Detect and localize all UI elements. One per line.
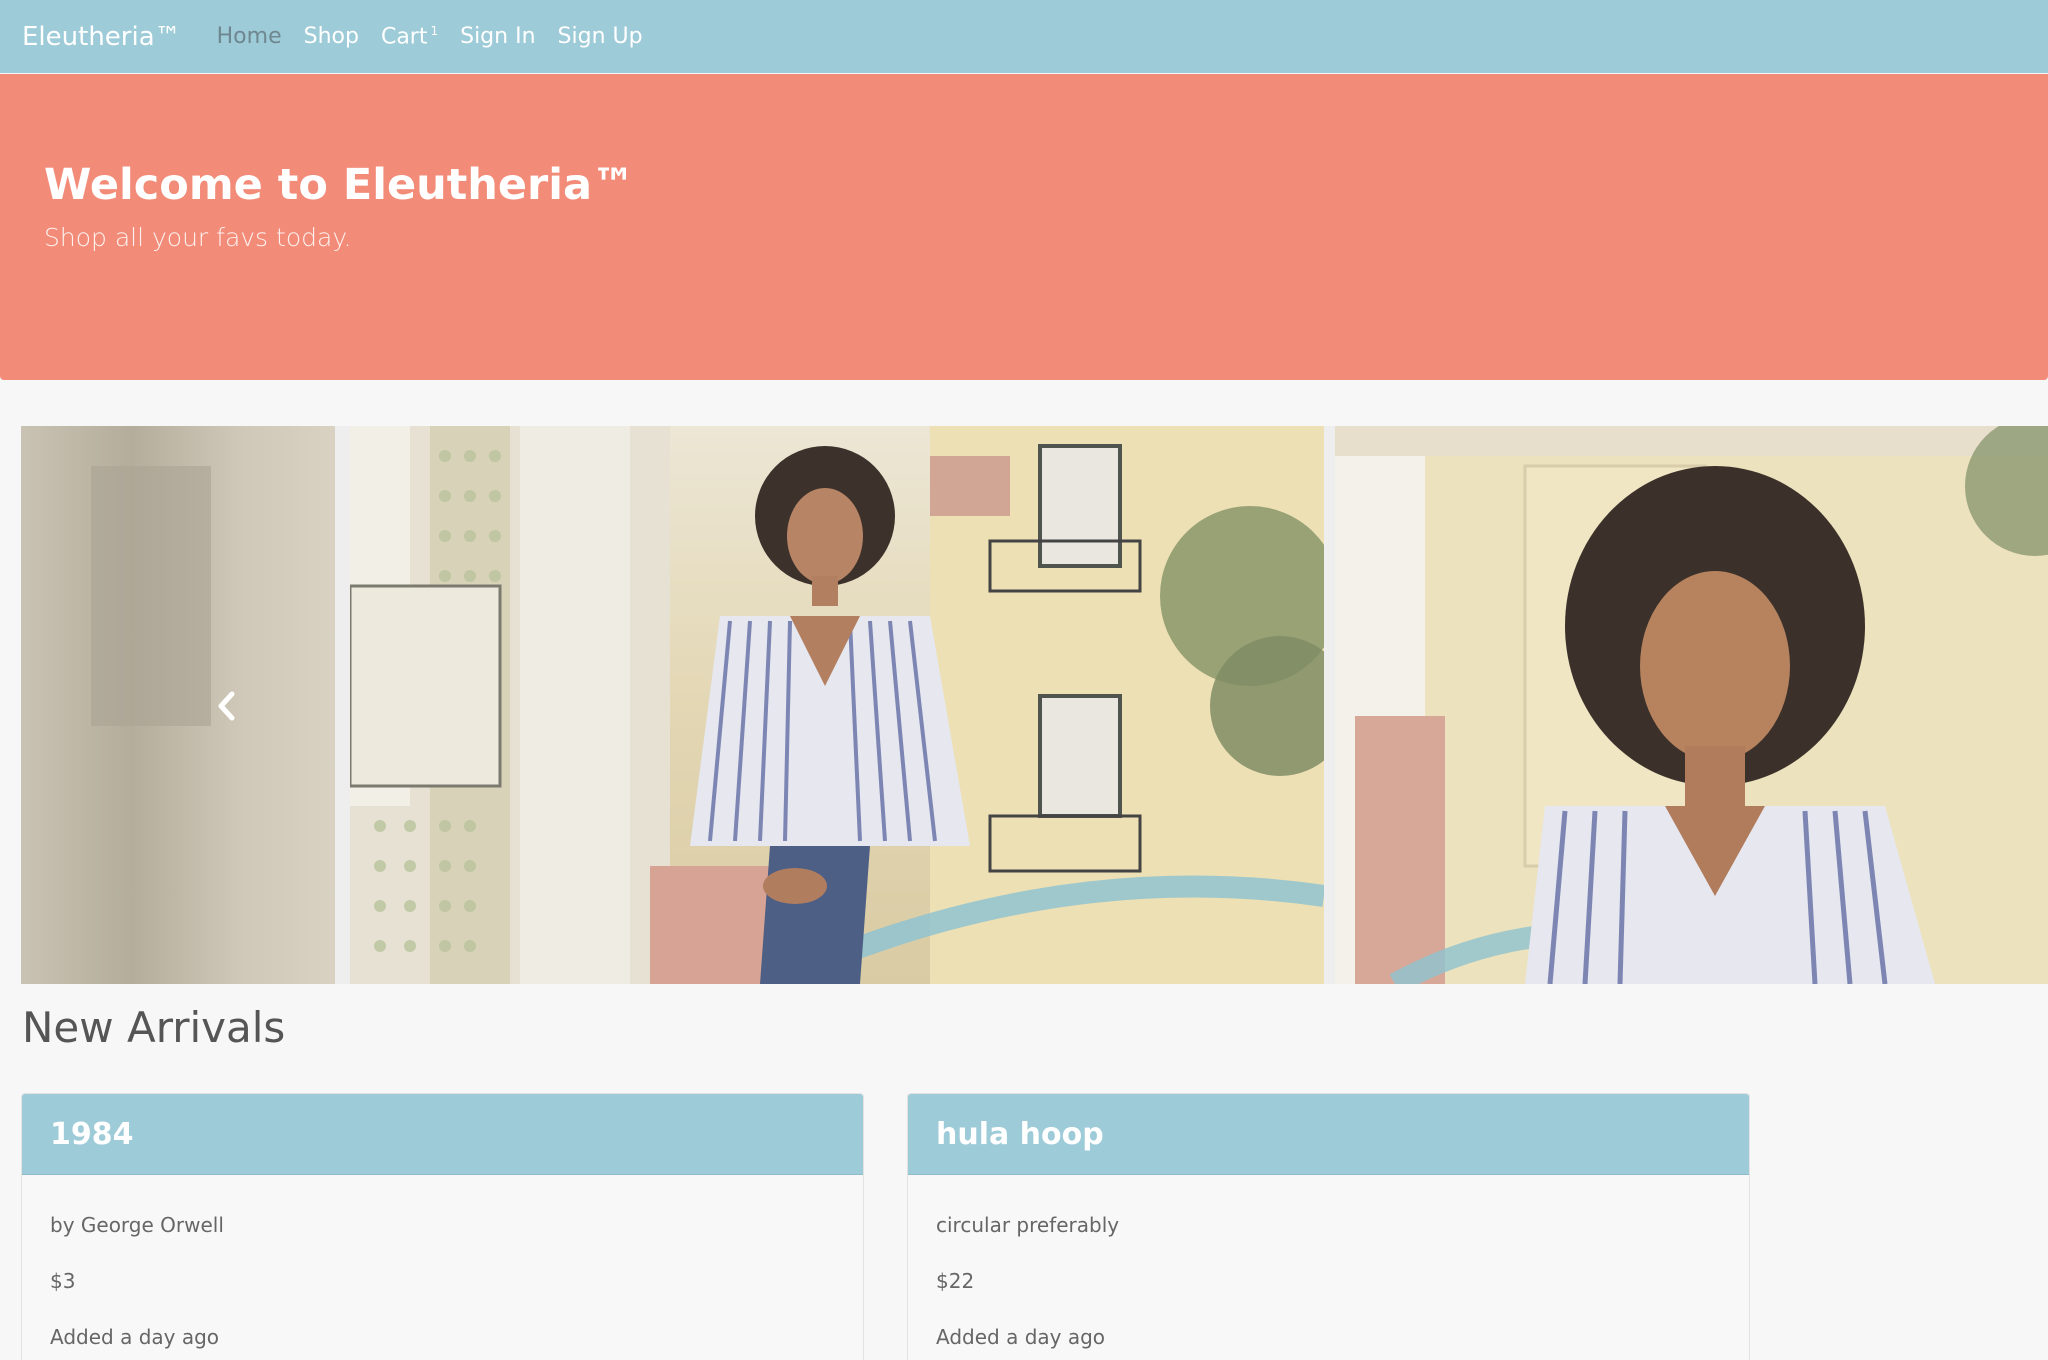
carousel-slide-active [350, 426, 1324, 984]
new-arrivals-title: New Arrivals [22, 1003, 286, 1052]
nav-link-shop[interactable]: Shop [304, 24, 359, 49]
nav-link-sign-up[interactable]: Sign Up [558, 24, 643, 49]
hero-subtitle: Shop all your favs today. [44, 223, 352, 253]
hero-title: Welcome to Eleutheria™ [44, 160, 636, 210]
product-added-time: Added a day ago [50, 1325, 220, 1349]
product-card-body: by George Orwell $3 Added a day ago [22, 1175, 863, 1349]
fashion-photo-full-body [350, 426, 1324, 984]
product-card[interactable]: 1984 by George Orwell $3 Added a day ago [21, 1093, 864, 1360]
product-card-body: circular preferably $22 Added a day ago [908, 1175, 1749, 1349]
image-carousel [21, 426, 2048, 984]
product-added-time: Added a day ago [936, 1325, 1106, 1349]
nav-link-home[interactable]: Home [217, 24, 282, 49]
carousel-slide-previous [21, 426, 335, 984]
nav-link-cart[interactable]: Cart 1 [381, 24, 438, 49]
product-card-header: hula hoop [908, 1094, 1749, 1175]
nav-link-cart-label: Cart [380, 24, 428, 50]
navbar: Eleutheria™ Home Shop Cart 1 Sign In Sign… [0, 0, 2048, 73]
product-description: circular preferably [936, 1213, 1120, 1237]
carousel-prev-button[interactable] [207, 686, 247, 726]
chevron-left-icon [218, 691, 235, 721]
blurred-background-shape [91, 466, 211, 726]
hero-banner: Welcome to Eleutheria™ Shop all your fav… [0, 74, 2048, 380]
nav-link-sign-in[interactable]: Sign In [460, 24, 535, 49]
cart-count-badge: 1 [430, 23, 439, 38]
product-card-header: 1984 [22, 1094, 863, 1175]
product-price: $3 [50, 1269, 76, 1293]
product-description: by George Orwell [50, 1213, 224, 1237]
product-name[interactable]: 1984 [50, 1117, 134, 1152]
brand-logo[interactable]: Eleutheria™ [22, 22, 181, 52]
product-price: $22 [936, 1269, 975, 1293]
carousel-slide-next [1335, 426, 2048, 984]
product-name[interactable]: hula hoop [936, 1117, 1104, 1152]
fashion-photo-portrait [1335, 426, 2048, 984]
product-card[interactable]: hula hoop circular preferably $22 Added … [907, 1093, 1750, 1360]
